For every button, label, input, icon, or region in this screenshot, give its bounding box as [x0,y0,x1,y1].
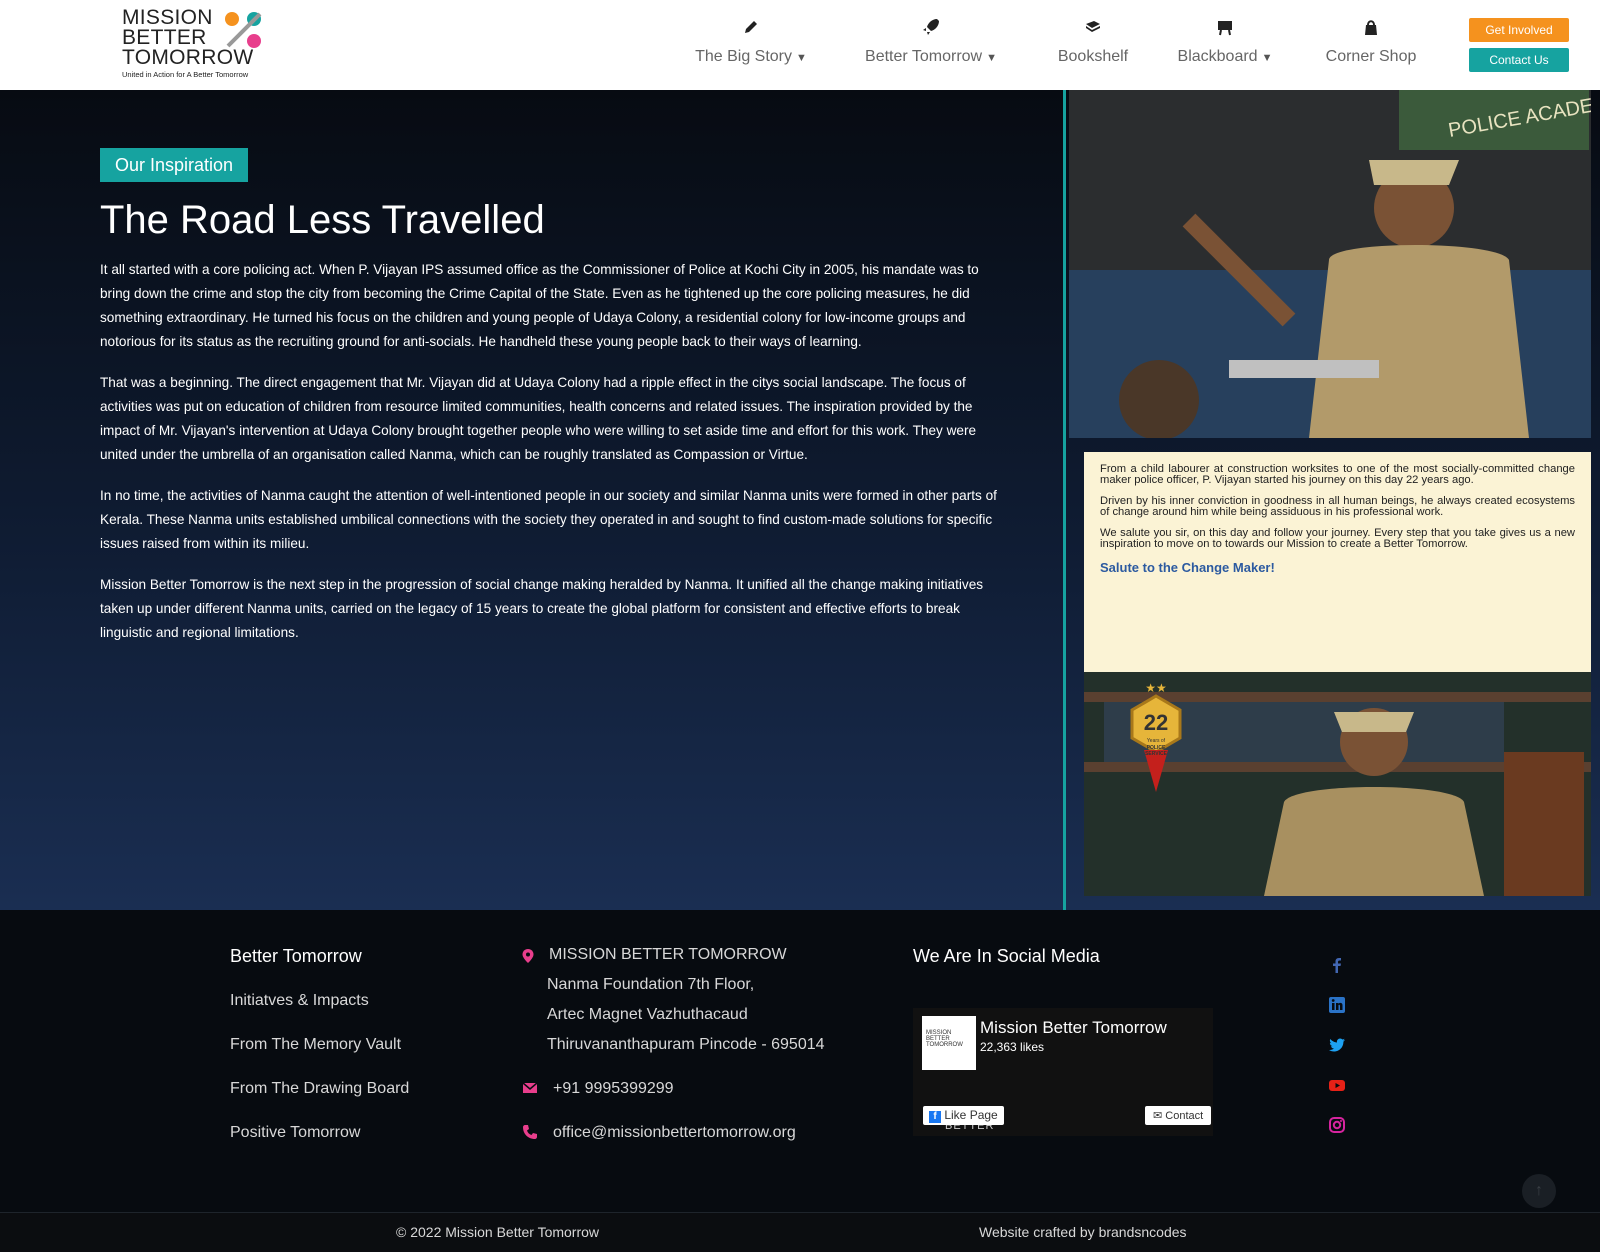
site-footer: Better Tomorrow Initiatves & Impacts Fro… [0,910,1600,1210]
tribute-text: We salute you sir, on this day and follo… [1100,527,1575,550]
tribute-card: From a child labourer at construction wo… [1084,452,1591,672]
org-name: MISSION BETTER TOMORROW [549,946,787,963]
youtube-icon[interactable] [1328,1076,1346,1094]
copyright-text: © 2022 Mission Better Tomorrow [396,1224,600,1240]
location-pin-icon [522,949,534,963]
salute-text: Salute to the Change Maker! [1100,560,1275,575]
rocket-icon [856,18,1006,40]
story-text: It all started with a core policing act.… [100,258,1000,662]
pencil-icon [690,18,812,40]
badge-number: 22 [1144,710,1168,735]
shopping-bag-icon [1318,18,1424,40]
nav-label: Corner Shop [1325,48,1417,65]
nav-label: Better Tomorrow [865,48,983,65]
footer-link[interactable]: Positive Tomorrow [230,1124,360,1142]
footer-bottom-bar: © 2022 Mission Better Tomorrow Website c… [0,1212,1600,1252]
stars-icon: ★★ [1145,681,1167,695]
facebook-icon: f [929,1111,941,1123]
chevron-down-icon: ▼ [796,52,807,64]
twitter-icon[interactable] [1328,1036,1346,1054]
nav-label: Bookshelf [1057,48,1129,65]
footer-heading-social: We Are In Social Media [913,946,1100,966]
nav-item-better-tomorrow[interactable]: Better Tomorrow ▼ [856,18,1006,66]
facebook-icon[interactable] [1328,956,1346,974]
address-line: Thiruvananthapuram Pincode - 695014 [547,1036,825,1053]
inspiration-image-panel: POLICE ACADEMY From a child labourer at … [1063,90,1600,910]
facebook-page-widget[interactable]: MISSION BETTER TOMORROW Mission Better T… [913,1008,1213,1136]
badge-line-3: SERVICE [1145,751,1168,757]
email-address[interactable]: office@missionbettertomorrow.org [553,1118,796,1148]
nav-label: Blackboard [1177,48,1258,65]
chevron-down-icon: ▼ [1261,52,1273,64]
portrait-illustration: 22 Years of POLICE SERVICE ★★ [1084,672,1591,896]
nav-item-the-big-story[interactable]: The Big Story ▼ [690,18,812,66]
story-paragraph: In no time, the activities of Nanma caug… [100,488,997,551]
page-title: The Road Less Travelled [100,198,545,242]
phone-icon [523,1125,537,1139]
story-paragraph: Mission Better Tomorrow is the next step… [100,577,984,640]
address-line: Artec Magnet Vazhuthacaud [547,1006,748,1023]
story-paragraph: It all started with a core policing act.… [100,262,979,349]
chevron-down-icon: ▼ [986,52,997,64]
credit-text[interactable]: Website crafted by brandsncodes [979,1224,1187,1240]
facebook-contact-button[interactable]: ✉ Contact [1145,1106,1212,1125]
instagram-icon[interactable] [1328,1116,1346,1134]
footer-link[interactable]: Initiatves & Impacts [230,992,369,1010]
badge-line-1: Years of [1147,738,1166,744]
envelope-icon [522,1082,538,1093]
speech-illustration: POLICE ACADEMY [1069,90,1591,438]
section-tag: Our Inspiration [100,148,249,182]
facebook-page-avatar: MISSION BETTER TOMORROW [922,1016,976,1070]
commissioner-speech-photo: POLICE ACADEMY [1069,90,1591,438]
facebook-like-button[interactable]: f Like Page [923,1106,1004,1125]
linkedin-icon[interactable] [1328,996,1346,1014]
commissioner-portrait-photo: 22 Years of POLICE SERVICE ★★ [1084,672,1591,896]
story-paragraph: That was a beginning. The direct engagem… [100,375,977,462]
contact-us-button[interactable]: Contact Us [1469,48,1569,72]
main-nav: The Big Story ▼ Better Tomorrow ▼ Bookshel… [0,18,1600,78]
easel-icon [1170,18,1280,40]
nav-item-bookshelf[interactable]: Bookshelf [1050,18,1136,66]
hero-section: Our Inspiration The Road Less Travelled … [0,90,1600,910]
tribute-text: From a child labourer at construction wo… [1100,463,1575,486]
address-line: Nanma Foundation 7th Floor, [547,976,755,993]
book-icon [1050,18,1136,40]
get-involved-button[interactable]: Get Involved [1469,18,1569,42]
facebook-like-count: 22,363 likes [980,1040,1045,1054]
nav-item-blackboard[interactable]: Blackboard ▼ [1170,18,1280,66]
scroll-to-top-button[interactable]: ↑ [1522,1174,1556,1208]
footer-heading-better-tomorrow: Better Tomorrow [230,946,362,966]
footer-link[interactable]: From The Drawing Board [230,1080,409,1098]
site-header: MISSION BETTER TOMORROW United in Action… [0,0,1600,90]
envelope-icon: ✉ [1153,1110,1166,1122]
nav-label: The Big Story [695,48,793,65]
nav-item-corner-shop[interactable]: Corner Shop [1318,18,1424,66]
phone-number[interactable]: +91 9995399299 [553,1074,674,1104]
footer-link[interactable]: From The Memory Vault [230,1036,401,1054]
tribute-text: Driven by his inner conviction in goodne… [1100,495,1575,518]
facebook-page-name[interactable]: Mission Better Tomorrow [980,1018,1167,1038]
